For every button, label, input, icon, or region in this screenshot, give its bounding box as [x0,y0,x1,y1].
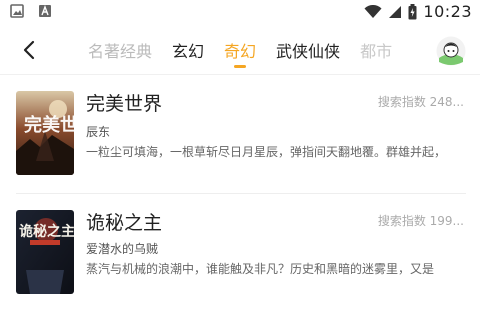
image-icon [10,4,24,18]
tab-xuanhuan[interactable]: 玄幻 [172,38,204,62]
text-icon [38,4,52,18]
cover-title: 诡秘之主 [19,223,74,240]
list-divider [16,193,466,194]
tab-wuxia[interactable]: 武侠仙侠 [276,38,340,62]
battery-icon [408,3,417,20]
book-item[interactable]: 完美世界 完美世界 搜索指数 248... 辰东 一粒尘可填海，一根草斩尽日月星… [0,91,480,206]
book-description: 一粒尘可填海，一根草斩尽日月星辰，弹指间天翻地覆。群雄并起， [86,145,447,159]
back-arrow-icon[interactable] [18,38,42,62]
book-cover: 诡秘之主 [16,210,74,294]
tab-classics[interactable]: 名著经典 [88,38,152,62]
book-title: 诡秘之主 [86,212,163,234]
status-bar: 10:23 [0,0,480,24]
tab-urban[interactable]: 都市 [360,38,392,62]
search-index: 搜索指数 199... [377,214,464,228]
search-index: 搜索指数 248... [377,95,464,109]
cover-title: 完美世界 [24,114,74,136]
book-cover: 完美世界 [16,91,74,175]
tab-qihuan[interactable]: 奇幻 [224,38,256,62]
nav-divider [0,74,480,75]
category-tabs: 名著经典 玄幻 奇幻 武侠仙侠 都市 [88,38,412,62]
user-avatar-icon[interactable] [436,36,466,66]
wifi-icon [364,4,382,19]
book-author: 爱潜水的乌贼 [86,242,159,256]
book-title: 完美世界 [86,93,163,115]
book-author: 辰东 [86,125,111,139]
book-item[interactable]: 诡秘之主 诡秘之主 搜索指数 199... 爱潜水的乌贼 蒸汽与机械的浪潮中，谁… [0,210,480,325]
category-nav: 名著经典 玄幻 奇幻 武侠仙侠 都市 [0,30,480,70]
status-time: 10:23 [423,2,472,21]
signal-icon [388,5,402,19]
